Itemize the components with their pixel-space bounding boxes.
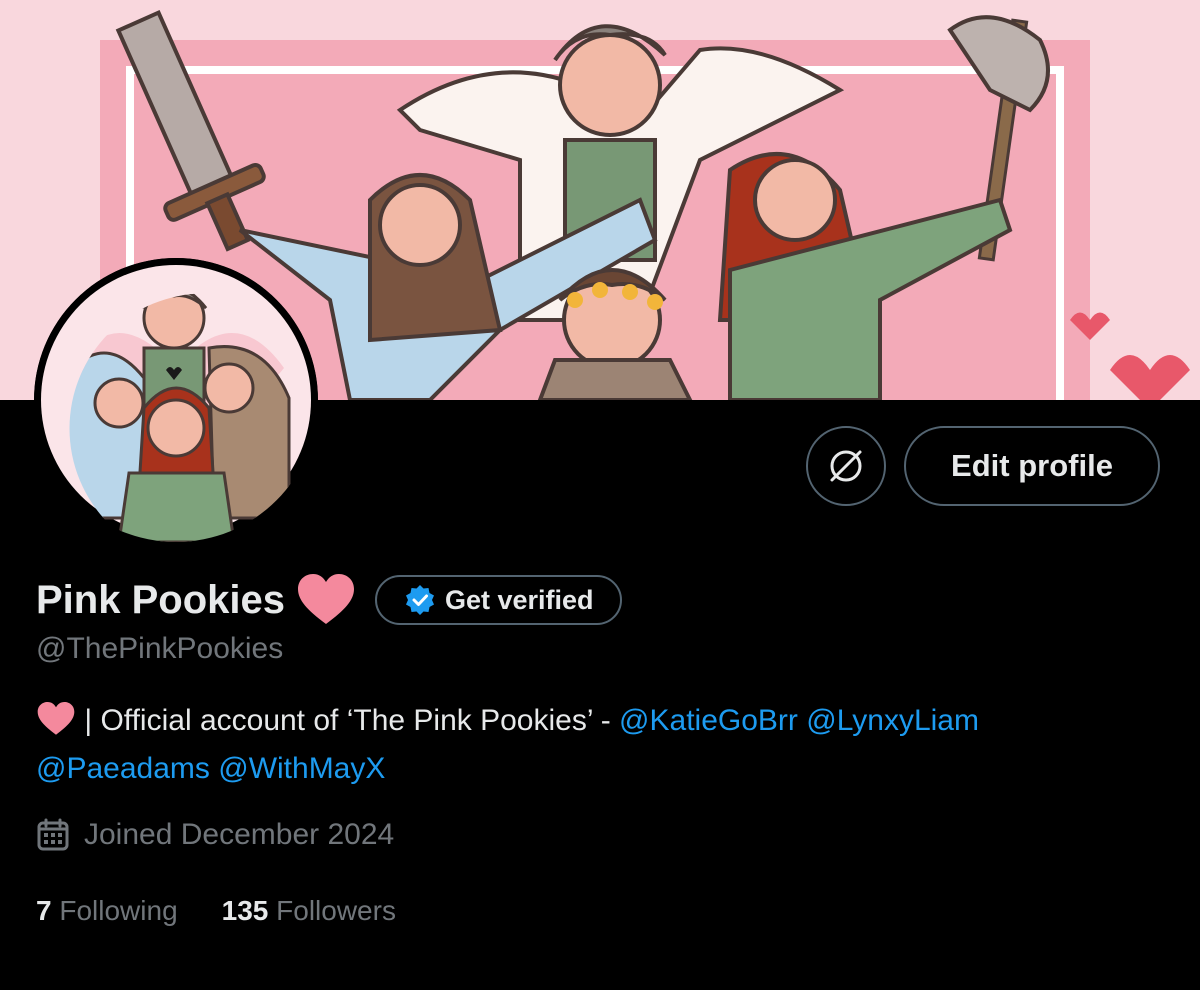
get-verified-button[interactable]: Get verified (374, 575, 622, 625)
bio-text: Official account of ‘The Pink Pookies’ - (100, 704, 620, 737)
profile-stats: 7 Following 135 Followers (36, 895, 396, 927)
profile-avatar[interactable] (34, 258, 318, 542)
profile-handle: @ThePinkPookies (36, 632, 284, 665)
mention-link[interactable]: @LynxyLiam (806, 704, 979, 737)
mention-link[interactable]: @Paeadams (36, 752, 210, 785)
following-label: Following (59, 895, 178, 926)
circle-slash-icon (830, 450, 862, 482)
followers-label: Followers (276, 895, 396, 926)
more-actions-button[interactable] (806, 426, 886, 506)
get-verified-label: Get verified (444, 584, 594, 615)
followers-count: 135 (221, 895, 269, 926)
mention-link[interactable]: @KatieGoBrr (619, 704, 798, 737)
edit-profile-button[interactable]: Edit profile (904, 426, 1160, 506)
following-link[interactable]: 7 Following (36, 895, 178, 927)
mention-link[interactable]: @WithMayX (218, 752, 385, 785)
heart-icon (297, 574, 355, 626)
avatar-illustration (34, 258, 318, 542)
calendar-icon (37, 818, 69, 851)
bio-separator: | (76, 704, 101, 737)
joined-label: Joined December 2024 (84, 818, 395, 851)
followers-link[interactable]: 135 Followers (222, 895, 396, 927)
heart-icon (36, 702, 76, 748)
name-row: Pink Pookies Get verified (36, 572, 622, 628)
verified-badge-icon (405, 585, 434, 615)
display-name: Pink Pookies (36, 577, 285, 622)
joined-date: Joined December 2024 (36, 818, 394, 852)
following-count: 7 (36, 895, 52, 926)
profile-bio: | Official account of ‘The Pink Pookies’… (36, 700, 1176, 790)
